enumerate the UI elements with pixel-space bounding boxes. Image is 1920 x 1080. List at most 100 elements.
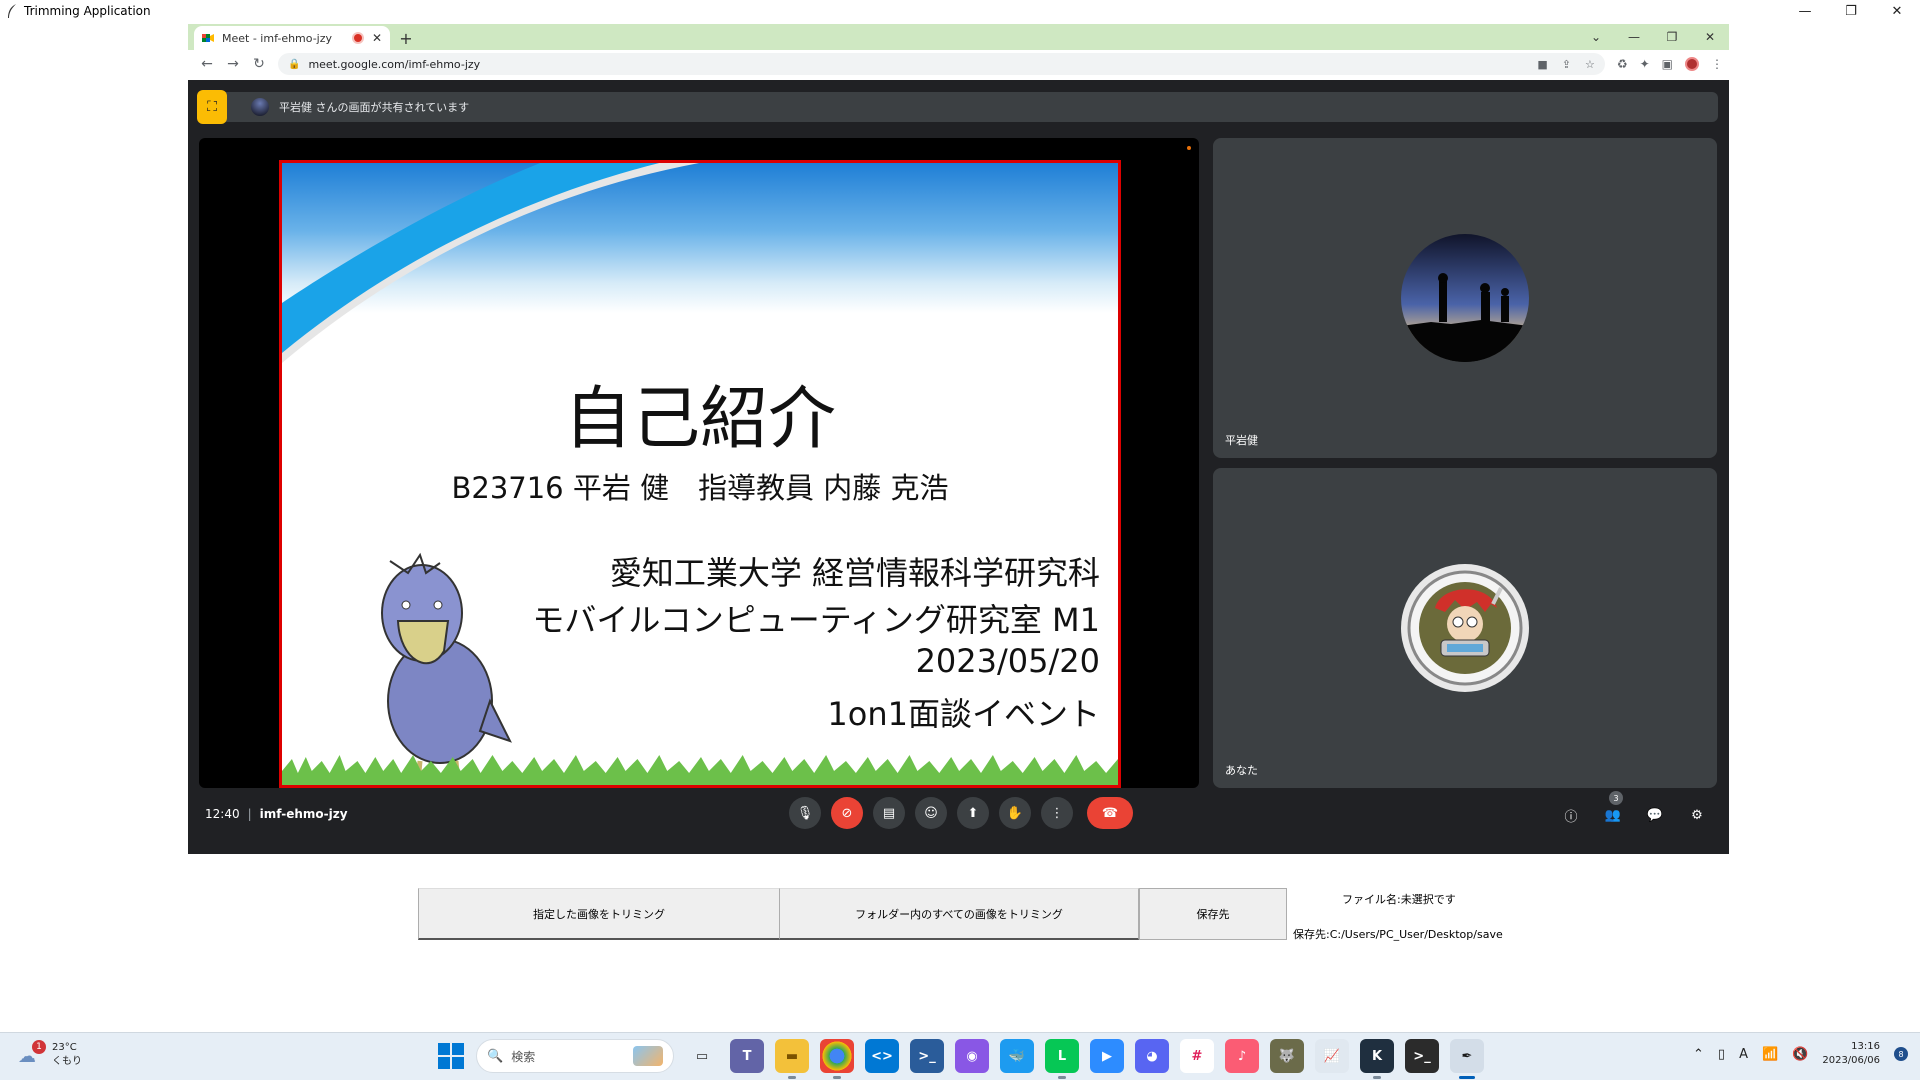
line-icon[interactable]: L — [1045, 1039, 1079, 1079]
extensions-icon[interactable]: ✦ — [1640, 57, 1650, 71]
slide-event: 1on1面談イベント — [827, 695, 1100, 733]
tab-title: Meet - imf-ehmo-jzy — [222, 31, 333, 45]
browser-menu-icon[interactable]: ⋮ — [1711, 57, 1723, 71]
microphone-button[interactable]: 🎙 — [789, 797, 821, 829]
minimize-button[interactable]: — — [1782, 0, 1828, 22]
reload-icon[interactable]: ↻ — [246, 52, 272, 76]
back-icon[interactable]: ← — [194, 52, 220, 76]
more-vert-icon: ⋮ — [1050, 805, 1064, 821]
ime-indicator[interactable]: A — [1739, 1047, 1748, 1062]
itunes-icon[interactable]: ♪ — [1225, 1039, 1259, 1073]
new-tab-button[interactable]: + — [394, 26, 418, 50]
browser-window: Meet - imf-ehmo-jzy ✕ + ⌄ — ❐ ✕ ← → ↻ 🔒 … — [188, 24, 1729, 854]
vscode-icon[interactable]: <> — [865, 1039, 899, 1073]
self-tile[interactable]: あなた — [1213, 468, 1717, 788]
weather-condition: くもり — [52, 1056, 82, 1067]
performance-monitor-icon[interactable]: 📈 — [1315, 1039, 1349, 1073]
bookmark-star-icon[interactable]: ☆ — [1585, 58, 1595, 71]
file-explorer-icon[interactable]: ▬ — [775, 1039, 809, 1079]
weather-widget[interactable]: ☁ 1 23°C くもり — [18, 1040, 82, 1069]
notification-badge[interactable]: 8 — [1894, 1047, 1908, 1061]
share-icon[interactable]: ⇪ — [1562, 58, 1571, 71]
speaker-muted-icon[interactable]: 🔇 — [1792, 1047, 1808, 1062]
present-button[interactable]: ⬆ — [957, 797, 989, 829]
side-panel-icon[interactable]: ▣ — [1662, 57, 1673, 71]
zoom-icon[interactable]: ▶ — [1090, 1039, 1124, 1073]
search-placeholder: 検索 — [511, 1049, 536, 1064]
activities-button[interactable]: ⚙ — [1687, 805, 1707, 825]
participant-name: 平岩健 — [1225, 434, 1258, 447]
camera-icon[interactable]: ■ — [1537, 58, 1547, 71]
activities-icon: ⚙ — [1691, 807, 1703, 823]
browser-toolbar: ← → ↻ 🔒 meet.google.com/imf-ehmo-jzy ■ ⇪… — [188, 50, 1729, 78]
participant-tile[interactable]: 平岩健 — [1213, 138, 1717, 458]
profile-avatar[interactable] — [1685, 57, 1699, 71]
lock-icon[interactable]: 🔒 — [288, 59, 300, 70]
close-button[interactable]: ✕ — [1874, 0, 1920, 22]
cloud-icon: ☁ 1 — [18, 1040, 46, 1067]
feather-icon — [8, 4, 16, 18]
meeting-details-button[interactable]: ⓘ — [1561, 805, 1581, 825]
trim-folder-button[interactable]: フォルダー内のすべての画像をトリミング — [779, 888, 1139, 940]
slide-affiliation: 愛知工業大学 経営情報科学研究科 — [609, 554, 1100, 592]
trim-selected-button[interactable]: 指定した画像をトリミング — [418, 888, 780, 940]
hand-icon: ✋ — [1006, 805, 1024, 821]
meet-control-bar: 12:40 | imf-ehmo-jzy 🎙 ⊘ ▤ ☺ ⬆ ✋ ⋮ ☎ ⓘ 👥… — [188, 780, 1729, 854]
forward-icon[interactable]: → — [220, 52, 246, 76]
taskbar: ☁ 1 23°C くもり 🔍 検索 ▭ T ▬ <> >_ ◉ 🐳 L ▶ ◕ … — [0, 1032, 1920, 1080]
taskbar-search[interactable]: 🔍 検索 — [476, 1039, 674, 1073]
people-button[interactable]: 👥 3 — [1603, 791, 1623, 825]
browser-restore-button[interactable]: ❐ — [1653, 24, 1691, 50]
present-stop-icon[interactable]: ⛶ — [197, 90, 227, 124]
meet-favicon-icon — [202, 34, 214, 42]
powershell-icon[interactable]: >_ — [910, 1039, 944, 1073]
emoji-button[interactable]: ☺ — [915, 797, 947, 829]
save-destination-button[interactable]: 保存先 — [1139, 888, 1287, 940]
more-options-button[interactable]: ⋮ — [1041, 797, 1073, 829]
leave-call-button[interactable]: ☎ — [1087, 797, 1133, 829]
trimming-app-icon[interactable]: ✒ — [1450, 1039, 1484, 1079]
teams-icon[interactable]: T — [730, 1039, 764, 1073]
wifi-icon[interactable]: 📶 — [1762, 1047, 1778, 1062]
docker-icon[interactable]: 🐳 — [1000, 1039, 1034, 1073]
browser-close-button[interactable]: ✕ — [1691, 24, 1729, 50]
task-view-icon[interactable]: ▭ — [685, 1039, 719, 1073]
chat-button[interactable]: 💬 — [1645, 805, 1665, 825]
github-desktop-icon[interactable]: ◉ — [955, 1039, 989, 1073]
weather-temp: 23°C — [52, 1042, 77, 1053]
meeting-time: 12:40 — [205, 807, 240, 821]
slack-icon[interactable]: # — [1180, 1039, 1214, 1073]
clock-date: 2023/06/06 — [1822, 1055, 1880, 1066]
tab-close-icon[interactable]: ✕ — [372, 31, 382, 45]
captions-button[interactable]: ▤ — [873, 797, 905, 829]
chrome-icon[interactable] — [820, 1039, 854, 1079]
clock-time: 13:16 — [1851, 1041, 1880, 1052]
people-icon: 👥 — [1604, 807, 1622, 823]
address-bar[interactable]: 🔒 meet.google.com/imf-ehmo-jzy ■ ⇪ ☆ — [278, 53, 1605, 75]
meet-page: ⛶ 平岩健 さんの画面が共有されています 自己紹介 B23716 平岩 健 指導… — [188, 80, 1729, 854]
app-titlebar: Trimming Application — ❐ ✕ — [0, 0, 1920, 22]
terminal-icon[interactable]: >_ — [1405, 1039, 1439, 1073]
participant-avatar — [1401, 234, 1529, 362]
participant-count-badge: 3 — [1609, 791, 1623, 805]
tab-search-icon[interactable]: ⌄ — [1577, 24, 1615, 50]
start-button[interactable] — [437, 1042, 465, 1070]
slide-swoosh-graphic — [282, 163, 700, 363]
raise-hand-button[interactable]: ✋ — [999, 797, 1031, 829]
maximize-button[interactable]: ❐ — [1828, 0, 1874, 22]
gimp-icon[interactable]: 🐺 — [1270, 1039, 1304, 1073]
save-path-label: 保存先:C:/Users/PC_User/Desktop/save — [1293, 928, 1503, 941]
meeting-code: imf-ehmo-jzy — [259, 807, 348, 821]
presenter-avatar — [251, 98, 269, 116]
camera-off-button[interactable]: ⊘ — [831, 797, 863, 829]
url-text[interactable]: meet.google.com/imf-ehmo-jzy — [308, 58, 1537, 71]
tab-meet[interactable]: Meet - imf-ehmo-jzy ✕ — [194, 26, 390, 50]
tray-overflow-icon[interactable]: ⌃ — [1693, 1047, 1704, 1062]
browser-minimize-button[interactable]: — — [1615, 24, 1653, 50]
usb-icon[interactable]: ▯ — [1718, 1047, 1725, 1062]
clock[interactable]: 13:16 2023/06/06 — [1822, 1040, 1880, 1068]
cmake-icon[interactable]: K — [1360, 1039, 1394, 1079]
recycle-icon[interactable]: ♻ — [1617, 57, 1628, 71]
discord-icon[interactable]: ◕ — [1135, 1039, 1169, 1073]
activity-dot-icon — [1187, 146, 1191, 150]
